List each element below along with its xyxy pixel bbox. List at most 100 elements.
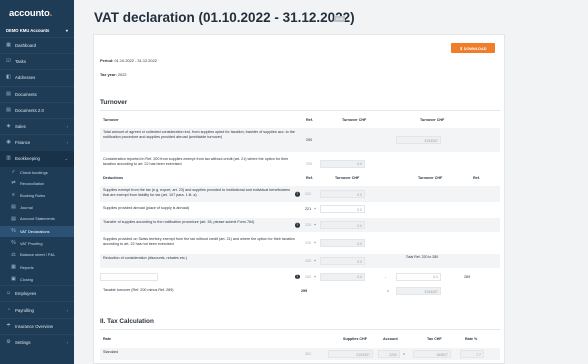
table-row: Transfer of supplies according to the no…	[100, 218, 500, 232]
sidebar-sub-closing[interactable]: ▣ Closing	[0, 274, 74, 286]
sidebar-sub-vat-proofing[interactable]: % VAT Proofing	[0, 237, 74, 249]
vat-icon: %	[11, 228, 16, 235]
plus-sign: +	[314, 274, 317, 279]
download-button[interactable]: ⬇ DOWNLOAD	[451, 43, 495, 53]
accounto-logo[interactable]: accounto.	[0, 0, 74, 24]
documents-icon: ▤	[6, 90, 11, 97]
balance-icon: ⚖	[11, 252, 16, 259]
deductions-total-field: 0.0	[396, 272, 441, 281]
chevron-down-icon: ▾	[65, 28, 68, 33]
employees-icon: ☺	[6, 290, 12, 297]
plus-sign: +	[314, 241, 317, 245]
table-row: Supplies provided on Swiss territory exe…	[100, 235, 500, 251]
period-line: Period: 01.10.2022 - 31.12.2022	[100, 58, 157, 63]
sidebar-item-documents-2[interactable]: ▤ Documents 2.0	[0, 101, 74, 118]
sidebar-item-settings[interactable]: ⚙ Settings ›	[0, 333, 74, 350]
table-row: Taxable turnover (Ref. 200 minus Ref. 28…	[100, 286, 500, 296]
turnover-221-field[interactable]: 0.0	[320, 205, 365, 213]
addresses-icon: ◧	[6, 74, 11, 81]
tax-chf-field: 169827	[413, 350, 451, 358]
finance-icon: ◉	[6, 139, 11, 146]
sidebar-item-sales[interactable]: ◈ Sales ›	[0, 117, 74, 134]
chevron-right-icon: ›	[66, 339, 68, 345]
info-icon[interactable]: ?	[295, 191, 300, 197]
deductions-table-header: Deductions Ref. Turnover CHF Turnover CH…	[103, 176, 480, 180]
turnover-table-header: Turnover Ref. Turnover CHF Turnover CHF	[103, 118, 445, 122]
sidebar-item-tasks[interactable]: ☑ Tasks	[0, 53, 74, 69]
journal-icon: ▤	[11, 203, 16, 210]
reconciliation-icon: ⇄	[11, 180, 16, 187]
sidebar-sub-balance-sheet[interactable]: ⚖ Balance sheet / P&L	[0, 249, 74, 262]
tasks-icon: ☑	[6, 58, 11, 65]
chevron-right-icon: ›	[66, 307, 68, 313]
sidebar-sub-journal[interactable]: ▤ Journal	[0, 201, 74, 213]
custom-deduction-input[interactable]	[100, 272, 158, 281]
divider	[100, 329, 500, 330]
plus-sign: +	[314, 259, 317, 263]
sidebar-sub-check-bookings[interactable]: ✓ Check bookings	[0, 167, 74, 179]
closing-icon: ▣	[11, 275, 16, 282]
payrolling-icon: ◔	[6, 306, 11, 313]
rules-icon: ≡	[12, 191, 15, 198]
turnover-205-field[interactable]: 0.0	[320, 159, 365, 168]
main-content: VAT declaration (01.10.2022 - 31.12.2022…	[74, 0, 588, 364]
check-icon: ✓	[11, 168, 16, 175]
turnover-200-field[interactable]: 3153267	[396, 136, 441, 144]
documents-icon: ▤	[6, 106, 11, 113]
taxable-turnover-field: 3153267	[396, 287, 441, 295]
page-title: VAT declaration (01.10.2022 - 31.12.2022…	[94, 10, 355, 25]
chevron-right-icon: ›	[66, 124, 68, 130]
table-row: Standard 302 2153267 2200 = 169827 7.7	[100, 348, 500, 360]
reports-icon: ▦	[11, 264, 16, 271]
sidebar-sub-vat-declarations[interactable]: % VAT Declarations	[0, 225, 74, 238]
sidebar-item-employees[interactable]: ☺ Employees	[0, 285, 74, 301]
turnover-225-field[interactable]: 0.0	[320, 221, 365, 229]
divider	[100, 110, 500, 111]
table-row: Supplies exempt from the tax (e.g. expor…	[100, 186, 500, 202]
equals-sign: =	[387, 289, 390, 293]
settings-icon: ⚙	[6, 338, 11, 345]
plus-sign: +	[314, 207, 317, 211]
table-row: Supplies provided abroad (place of suppl…	[100, 204, 500, 214]
sidebar-sub-reconciliation[interactable]: ⇄ Reconciliation	[0, 178, 74, 190]
rate-percent-field[interactable]: 7.7	[460, 350, 484, 358]
supplies-chf-field[interactable]: 2153267	[328, 350, 373, 358]
sidebar-item-payrolling[interactable]: ◔ Payrolling ›	[0, 301, 74, 317]
chevron-right-icon: ›	[66, 140, 68, 146]
section-tax-calculation-title: II. Tax Calculation	[100, 318, 154, 325]
table-row: Total amount of agreed or collected cons…	[100, 128, 500, 152]
bookkeeping-icon: ▥	[6, 155, 11, 162]
plus-sign: +	[314, 223, 317, 227]
insurance-icon: ☂	[6, 322, 11, 329]
sidebar-item-documents[interactable]: ▤ Documents	[0, 85, 74, 102]
company-selector[interactable]: DEMO KMU Accounts ▾	[0, 24, 74, 37]
sidebar-item-bookkeeping[interactable]: ▥ Bookkeeping ⌄	[0, 150, 74, 167]
info-icon[interactable]: ?	[295, 274, 300, 279]
sidebar: accounto. DEMO KMU Accounts ▾ ▦ Dashboard …	[0, 0, 74, 364]
section-turnover-title: Turnover	[100, 99, 128, 106]
sidebar-sub-booking-rules[interactable]: ≡ Booking Rules	[0, 190, 74, 202]
table-row: Consideration reported in Ref. 200 from …	[100, 155, 500, 172]
table-row: ? 280 + 0.0 - 0.0 289	[100, 270, 500, 283]
table-row: Reduction of consideration (discounts, r…	[100, 254, 500, 268]
sidebar-sub-reports[interactable]: ▦ Reports	[0, 262, 74, 274]
turnover-220-field[interactable]: 0.0	[320, 190, 365, 198]
info-icon[interactable]: ?	[295, 222, 300, 228]
sidebar-item-finance[interactable]: ◉ Finance ›	[0, 134, 74, 150]
equals-sign: =	[403, 352, 406, 356]
sidebar-item-addresses[interactable]: ◧ Addresses	[0, 69, 74, 85]
tax-year-line: Tax year: 2022	[100, 72, 127, 77]
turnover-235-field[interactable]: 0.0	[320, 257, 365, 265]
dashboard-icon: ▦	[6, 42, 11, 49]
sidebar-item-insurance[interactable]: ☂ Insurance Overview	[0, 317, 74, 334]
turnover-230-field[interactable]: 0.0	[320, 239, 365, 247]
sales-icon: ◈	[6, 123, 11, 130]
sidebar-item-dashboard[interactable]: ▦ Dashboard	[0, 37, 74, 53]
statement-icon: ▤	[11, 215, 16, 222]
tax-table-header: Rate Supplies CHF Account Tax CHF Rate %	[103, 337, 478, 341]
sidebar-sub-account-statements[interactable]: ▤ Account Statements	[0, 213, 74, 226]
account-field[interactable]: 2200	[378, 350, 400, 358]
proofing-icon: %	[11, 239, 16, 246]
minus-sign: -	[385, 274, 387, 279]
turnover-280-field[interactable]: 0.0	[320, 272, 365, 281]
